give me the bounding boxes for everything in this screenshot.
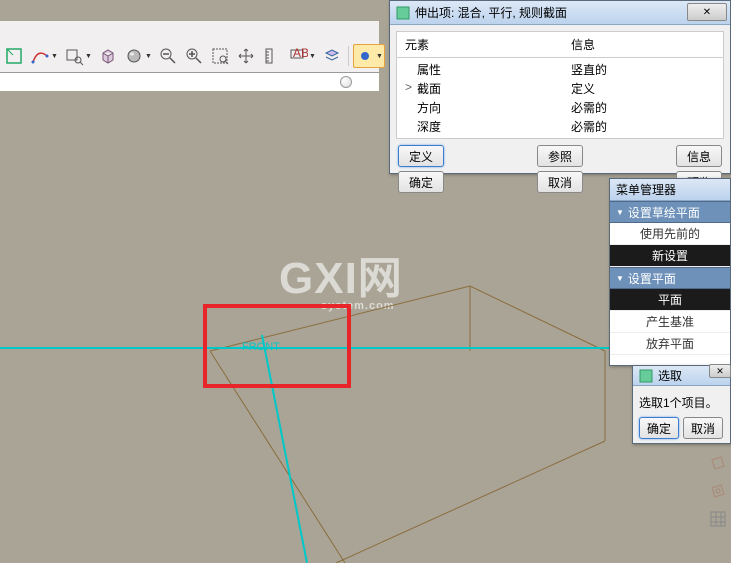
protrusion-grid: 属性竖直的 >截面定义 方向必需的 深度必需的 [396,57,724,139]
annotation-highlight-box [203,304,351,388]
grid-row[interactable]: 深度必需的 [397,117,723,136]
menu-manager-title[interactable]: 菜单管理器 [610,179,730,201]
display-style-icon[interactable]: ▼ [353,44,385,68]
grid-row[interactable]: 属性竖直的 [397,60,723,79]
close-icon[interactable]: ✕ [687,3,727,21]
chevron-down-icon: ▼ [616,208,624,217]
ok-button[interactable]: 确定 [639,417,679,439]
cancel-button[interactable]: 取消 [683,417,723,439]
curve-icon[interactable]: ▼ [28,44,60,68]
pan-icon[interactable] [234,44,258,68]
chevron-down-icon: ▼ [616,274,624,283]
menu-manager-panel: 菜单管理器 ▼设置草绘平面 使用先前的 新设置 ▼设置平面 平面 产生基准 放弃… [609,178,731,366]
toolbar-separator [348,46,349,66]
zoom-out-icon[interactable] [156,44,180,68]
zoom-window-icon[interactable] [208,44,232,68]
define-button[interactable]: 定义 [398,145,444,167]
watermark-line1: GXI网 [279,242,403,306]
layers-icon[interactable] [320,44,344,68]
text-label-icon[interactable]: AB▼ [286,44,318,68]
header-element: 元素 [405,36,571,53]
sphere-icon[interactable]: ▼ [122,44,154,68]
cancel-button[interactable]: 取消 [537,171,583,193]
dialog-icon [396,6,410,20]
menu-item-make-datum[interactable]: 产生基准 [610,311,730,333]
header-info: 信息 [571,36,595,53]
menu-section-set-plane[interactable]: ▼设置平面 [610,267,730,289]
menu-item-new-setup[interactable]: 新设置 [610,245,730,267]
protrusion-dialog-title: 伸出项: 混合, 平行, 规则截面 [415,4,567,21]
close-icon[interactable]: ✕ [709,364,731,378]
right-side-tools [707,452,729,530]
datum-plane-tool-icon[interactable] [707,452,729,474]
zoom-in-icon[interactable] [182,44,206,68]
sub-toolbar-strip [0,73,379,91]
grid-tool-icon[interactable] [707,508,729,530]
protrusion-dialog: 伸出项: 混合, 平行, 规则截面 ✕ 元素 信息 属性竖直的 >截面定义 方向… [389,0,731,174]
svg-text:AB: AB [293,46,308,60]
menu-item-plane[interactable]: 平面 [610,289,730,311]
info-button[interactable]: 信息 [676,145,722,167]
menu-section-sketch-plane[interactable]: ▼设置草绘平面 [610,201,730,223]
fit-view-icon[interactable]: ▼ [62,44,94,68]
measure-icon[interactable] [260,44,284,68]
select-dialog-message: 选取1个项目。 [639,390,724,417]
select-dialog-title: 选取 [658,367,682,384]
select-box-icon[interactable] [2,44,26,68]
protrusion-dialog-titlebar[interactable]: 伸出项: 混合, 平行, 规则截面 ✕ [390,1,730,25]
menu-item-quit-plane[interactable]: 放弃平面 [610,333,730,355]
cube-icon[interactable] [96,44,120,68]
dialog-icon [639,369,653,383]
select-dialog: ✕ 选取 选取1个项目。 确定 取消 [632,365,731,444]
ok-button[interactable]: 确定 [398,171,444,193]
reference-button[interactable]: 参照 [537,145,583,167]
protrusion-grid-header: 元素 信息 [396,31,724,57]
grid-row[interactable]: 方向必需的 [397,98,723,117]
menu-item-use-previous[interactable]: 使用先前的 [610,223,730,245]
datum-axis-tool-icon[interactable] [707,480,729,502]
orientation-indicator-icon[interactable] [340,76,352,88]
grid-row[interactable]: >截面定义 [397,79,723,98]
watermark: GXI网 system.com [279,242,403,312]
main-toolbar: ▼ ▼ ▼ AB▼ ▼ [0,40,385,72]
